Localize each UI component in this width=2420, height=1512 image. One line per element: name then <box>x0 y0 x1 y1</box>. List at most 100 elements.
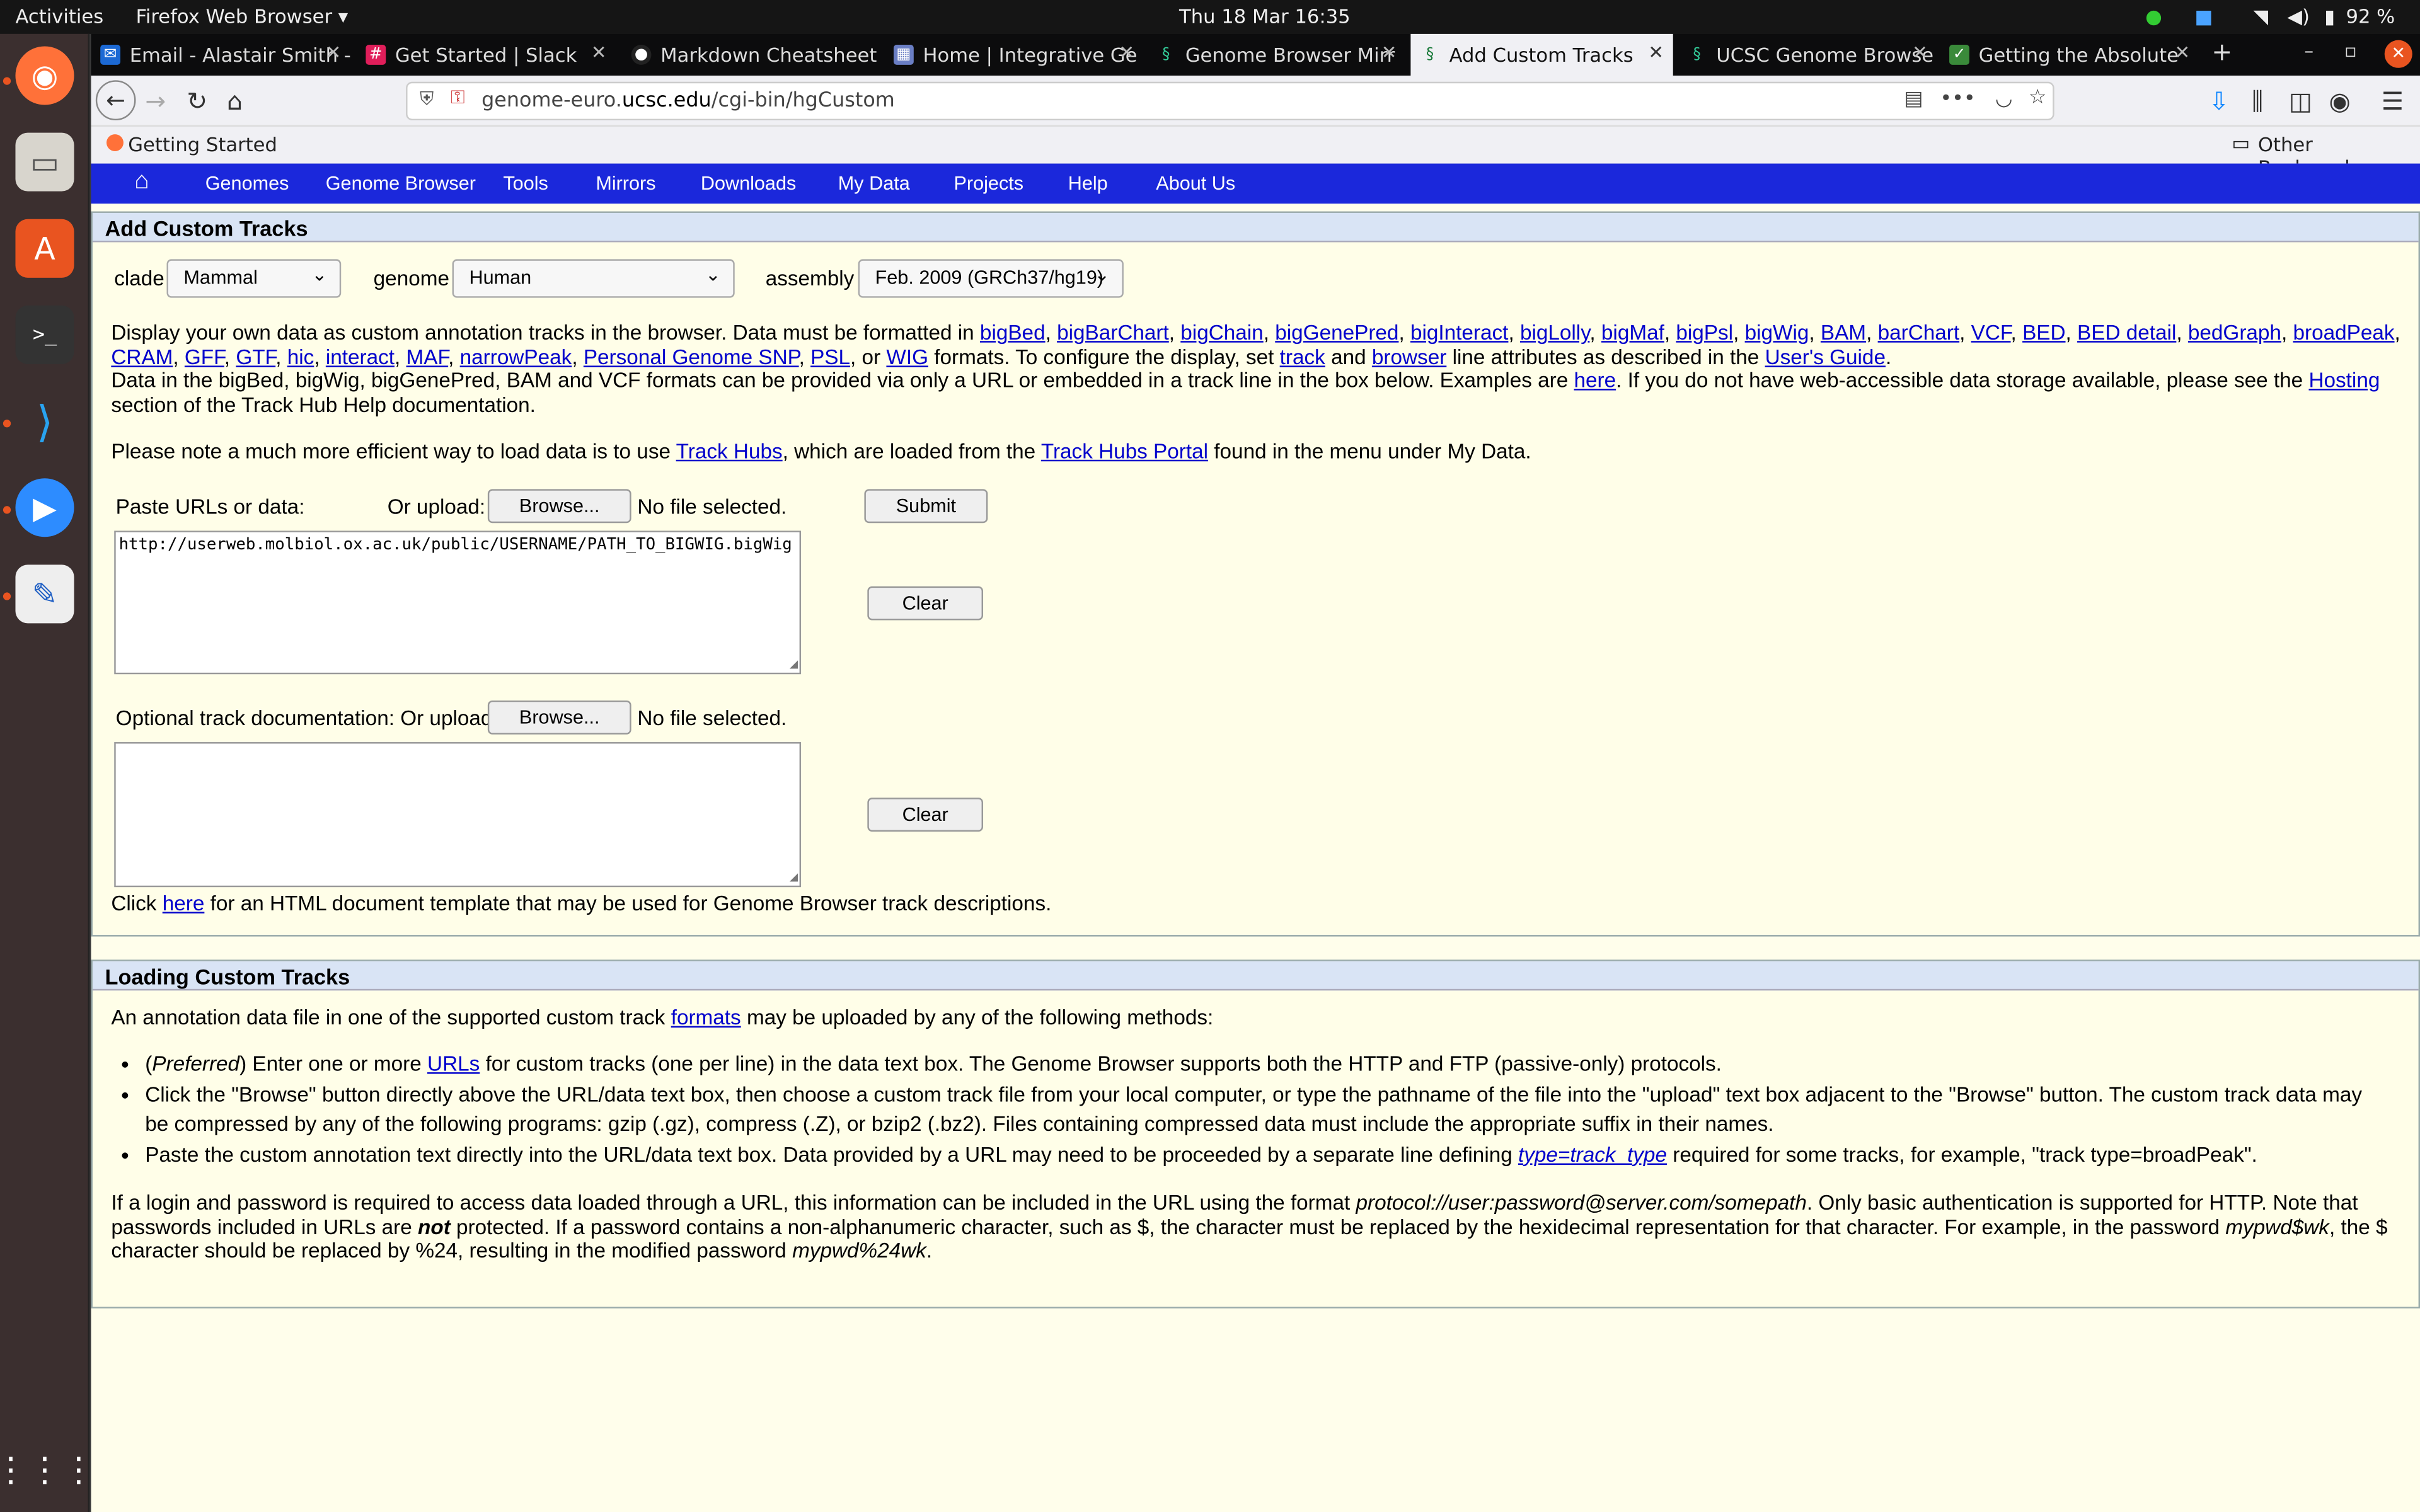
menu-about-us[interactable]: About Us <box>1156 173 1235 194</box>
format-link[interactable]: GTF <box>236 345 275 369</box>
files-icon[interactable]: ▭ <box>15 132 74 192</box>
home-icon[interactable]: ⌂ <box>134 168 149 196</box>
resize-handle-icon[interactable]: ◢ <box>790 870 798 885</box>
track-link[interactable]: track <box>1280 345 1325 369</box>
app-menu[interactable]: Firefox Web Browser ▾ <box>136 4 349 28</box>
bookmark-star-icon[interactable]: ☆ <box>2029 86 2047 110</box>
tab-markdown[interactable]: ● Markdown Cheatsheet <box>622 34 881 76</box>
track-hubs-portal-link[interactable]: Track Hubs Portal <box>1041 440 1208 463</box>
menu-mirrors[interactable]: Mirrors <box>596 173 655 194</box>
menu-icon[interactable]: ☰ <box>2382 86 2404 116</box>
software-icon[interactable]: A <box>15 219 74 278</box>
close-tab-icon[interactable]: ✕ <box>1381 42 1397 63</box>
app-grid-icon[interactable]: ⋮⋮⋮ <box>0 1441 96 1499</box>
format-link[interactable]: bigInteract <box>1410 321 1508 344</box>
clade-select[interactable]: Mammal ⌄ <box>166 259 342 298</box>
genome-select[interactable]: Human ⌄ <box>452 259 735 298</box>
format-link[interactable]: bigGenePred <box>1275 321 1398 344</box>
format-link[interactable]: bigBed <box>980 321 1046 344</box>
hosting-link[interactable]: Hosting <box>2308 369 2380 392</box>
insecure-lock-icon[interactable]: ⚿ <box>451 86 464 110</box>
doc-textarea[interactable]: ◢ <box>114 742 802 888</box>
format-link[interactable]: BED detail <box>2077 321 2176 344</box>
clear-doc-button[interactable]: Clear <box>867 798 984 832</box>
reader-view-icon[interactable]: ▤ <box>1904 88 1923 112</box>
tab-home[interactable]: ▦ Home | Integrative Ge ✕ <box>884 34 1143 76</box>
menu-help[interactable]: Help <box>1068 173 1108 194</box>
resize-handle-icon[interactable]: ◢ <box>790 657 798 672</box>
menu-tools[interactable]: Tools <box>503 173 548 194</box>
close-tab-icon[interactable]: ✕ <box>2174 42 2190 63</box>
zoom-icon[interactable]: ▶ <box>15 478 74 537</box>
close-tab-icon[interactable]: ✕ <box>326 42 342 63</box>
tab-ucsc[interactable]: § UCSC Genome Browse ✕ <box>1678 34 1937 76</box>
format-link[interactable]: narrowPeak <box>460 345 572 369</box>
home-icon[interactable]: ⌂ <box>227 86 243 116</box>
battery-level[interactable]: 92 % <box>2346 4 2395 28</box>
battery-icon[interactable]: ▮ <box>2324 4 2335 28</box>
users-guide-link[interactable]: User's Guide <box>1765 345 1886 369</box>
tab-add-custom-tracks[interactable]: § Add Custom Tracks ✕ <box>1410 33 1673 76</box>
format-link[interactable]: bigLolly <box>1520 321 1589 344</box>
menu-downloads[interactable]: Downloads <box>701 173 796 194</box>
clock[interactable]: Thu 18 Mar 16:35 <box>1179 4 1351 28</box>
account-icon[interactable]: ◉ <box>2329 86 2351 116</box>
track-hubs-link[interactable]: Track Hubs <box>676 440 783 463</box>
format-link[interactable]: bigWig <box>1745 321 1809 344</box>
minimize-icon[interactable]: – <box>2304 40 2313 62</box>
format-link[interactable]: bigPsl <box>1676 321 1733 344</box>
tab-slack[interactable]: # Get Started | Slack ✕ <box>357 34 616 76</box>
format-link[interactable]: interact <box>326 345 395 369</box>
close-tab-icon[interactable]: ✕ <box>1912 42 1928 63</box>
terminal-icon[interactable]: >_ <box>15 305 74 364</box>
format-link[interactable]: WIG <box>886 345 928 369</box>
close-window-icon[interactable]: ✕ <box>2384 40 2412 68</box>
close-tab-icon[interactable]: ✕ <box>1648 42 1664 63</box>
new-tab-icon[interactable]: + <box>2211 37 2232 67</box>
tab-email[interactable]: ✉ Email - Alastair Smith - ✕ <box>91 34 350 76</box>
format-link[interactable]: GFF <box>185 345 224 369</box>
vscode-icon[interactable]: ⟩ <box>15 392 74 450</box>
tab-getting-absolute[interactable]: ✓ Getting the Absolute ✕ <box>1940 34 2199 76</box>
template-here-link[interactable]: here <box>163 892 205 915</box>
downloads-icon[interactable]: ⇩ <box>2209 86 2230 116</box>
browse-doc-button[interactable]: Browse... <box>487 700 631 735</box>
examples-here-link[interactable]: here <box>1574 369 1616 392</box>
format-link[interactable]: barChart <box>1878 321 1960 344</box>
format-link[interactable]: bigBarChart <box>1057 321 1169 344</box>
sidebar-icon[interactable]: ◫ <box>2289 86 2312 116</box>
browser-link[interactable]: browser <box>1372 345 1446 369</box>
submit-button[interactable]: Submit <box>864 489 988 524</box>
format-link[interactable]: VCF <box>1971 321 2011 344</box>
menu-projects[interactable]: Projects <box>954 173 1023 194</box>
close-tab-icon[interactable]: ✕ <box>1119 42 1134 63</box>
maximize-icon[interactable]: ▫ <box>2344 40 2357 62</box>
text-editor-icon[interactable]: ✎ <box>15 564 74 624</box>
pocket-icon[interactable]: ◡ <box>1995 88 2013 112</box>
format-link[interactable]: Personal Genome SNP <box>584 345 799 369</box>
bookmark-getting-started[interactable]: Getting Started <box>128 133 277 156</box>
tracking-shield-icon[interactable]: ⛨ <box>420 88 434 112</box>
format-link[interactable]: CRAM <box>111 345 173 369</box>
firefox-icon[interactable]: ◉ <box>15 46 74 105</box>
format-link[interactable]: bigChain <box>1180 321 1263 344</box>
page-actions-icon[interactable]: ••• <box>1940 88 1975 112</box>
browse-button[interactable]: Browse... <box>487 489 631 524</box>
zoom-tray-icon[interactable]: ■ <box>2194 4 2213 28</box>
tab-mirror[interactable]: § Genome Browser Mirr ✕ <box>1147 34 1406 76</box>
library-icon[interactable]: ⫼ <box>2252 86 2263 117</box>
forward-icon[interactable]: → <box>145 86 166 116</box>
format-link[interactable]: MAF <box>406 345 449 369</box>
assembly-select[interactable]: Feb. 2009 (GRCh37/hg19) ⌄ <box>858 259 1124 298</box>
url-bar[interactable]: ⛨ ⚿ genome-euro.ucsc.edu/cgi-bin/hgCusto… <box>406 81 2054 121</box>
volume-icon[interactable]: ◀) <box>2287 4 2310 28</box>
format-link[interactable]: BAM <box>1821 321 1866 344</box>
close-tab-icon[interactable]: ✕ <box>591 42 607 63</box>
format-link[interactable]: BED <box>2022 321 2065 344</box>
shield-icon[interactable]: ● <box>2145 4 2162 28</box>
format-link[interactable]: bedGraph <box>2188 321 2281 344</box>
format-link[interactable]: bigMaf <box>1601 321 1664 344</box>
network-icon[interactable]: ◥ <box>2254 4 2269 28</box>
menu-genome-browser[interactable]: Genome Browser <box>326 173 476 194</box>
activities-button[interactable]: Activities <box>15 4 103 28</box>
